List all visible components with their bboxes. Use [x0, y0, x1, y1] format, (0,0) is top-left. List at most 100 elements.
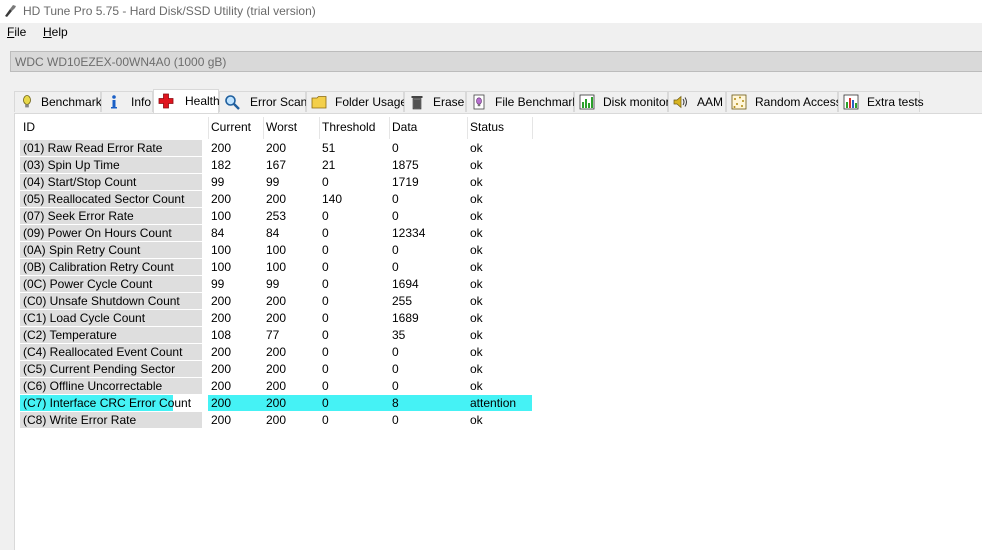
cell-current-text: 100 [211, 260, 232, 274]
table-row[interactable]: (09) Power On Hours Count 84 84 0 12334 ok [20, 225, 532, 242]
column-header-id-label: ID [23, 120, 35, 134]
menu-file[interactable]: File [6, 25, 27, 39]
cell-current-text: 100 [211, 209, 232, 223]
menu-help[interactable]: Help [42, 25, 69, 39]
cell-status-text: ok [470, 345, 483, 359]
cell-threshold-text: 0 [322, 311, 329, 325]
table-row[interactable]: (04) Start/Stop Count 99 99 0 1719 ok [20, 174, 532, 191]
cell-worst-text: 253 [266, 209, 287, 223]
cell-current-text: 99 [211, 277, 225, 291]
cell-status: ok [467, 174, 532, 190]
cell-current: 200 [208, 310, 263, 326]
cell-id: (04) Start/Stop Count [20, 174, 202, 190]
table-row[interactable]: (03) Spin Up Time 182 167 21 1875 ok [20, 157, 532, 174]
table-row[interactable]: (C8) Write Error Rate 200 200 0 0 ok [20, 412, 532, 429]
cell-status-text: attention [470, 396, 517, 410]
menu-help-rest: elp [51, 25, 68, 39]
tab-extra-tests[interactable]: Extra tests [838, 91, 924, 112]
menu-bar: File Help [0, 23, 982, 42]
cell-threshold: 140 [319, 191, 389, 207]
cell-threshold-text: 0 [322, 226, 329, 240]
table-row[interactable]: (C1) Load Cycle Count 200 200 0 1689 ok [20, 310, 532, 327]
cell-data-text: 0 [392, 345, 399, 359]
cell-current: 84 [208, 225, 263, 241]
cell-data: 8 [389, 395, 467, 411]
column-header-worst[interactable]: Worst [263, 117, 319, 139]
table-row[interactable]: (C2) Temperature 108 77 0 35 ok [20, 327, 532, 344]
drive-select[interactable]: WDC WD10EZEX-00WN4A0 (1000 gB) [10, 51, 982, 72]
cell-current: 100 [208, 259, 263, 275]
table-row[interactable]: (C6) Offline Uncorrectable 200 200 0 0 ok [20, 378, 532, 395]
table-row[interactable]: (0B) Calibration Retry Count 100 100 0 0 ok [20, 259, 532, 276]
info-icon [111, 95, 117, 109]
tab-health[interactable]: Health [153, 89, 220, 113]
tab-aam-label: AAM [697, 95, 724, 109]
cell-id: (C4) Reallocated Event Count [20, 344, 202, 360]
tab-erase[interactable]: Erase [404, 91, 466, 112]
cell-threshold-text: 0 [322, 260, 329, 274]
app-icon [5, 5, 16, 17]
cell-id: (C0) Unsafe Shutdown Count [20, 293, 202, 309]
cell-status: ok [467, 378, 532, 394]
column-header-data[interactable]: Data [389, 117, 467, 139]
cell-current: 200 [208, 344, 263, 360]
cell-data: 1875 [389, 157, 467, 173]
column-header-worst-label: Worst [266, 120, 298, 134]
cell-data: 1694 [389, 276, 467, 292]
tab-error-scan[interactable]: Error Scan [219, 91, 308, 112]
cell-data-text: 1875 [392, 158, 419, 172]
cell-id: (C7) Interface CRC Error Count [20, 395, 191, 411]
tab-benchmark[interactable]: Benchmark [14, 91, 102, 112]
cell-id: (09) Power On Hours Count [20, 225, 202, 241]
tab-aam[interactable]: AAM [668, 91, 726, 112]
column-header-status[interactable]: Status [467, 117, 532, 139]
cell-id-text: (09) Power On Hours Count [23, 226, 172, 240]
cell-id-text: (C5) Current Pending Sector [23, 362, 176, 376]
cell-threshold: 0 [319, 395, 389, 411]
table-row[interactable]: (C7) Interface CRC Error Count 200 200 0 8 at… [20, 395, 532, 412]
table-row[interactable]: (C4) Reallocated Event Count 200 200 0 0 ok [20, 344, 532, 361]
cell-status-text: ok [470, 158, 483, 172]
table-row[interactable]: (05) Reallocated Sector Count 200 200 140 0 o… [20, 191, 532, 208]
tab-file-benchmark[interactable]: File Benchmark [466, 91, 578, 112]
cell-worst: 200 [263, 395, 319, 411]
cell-current-text: 200 [211, 379, 232, 393]
table-row[interactable]: (C0) Unsafe Shutdown Count 200 200 0 255 ok [20, 293, 532, 310]
cell-id: (0C) Power Cycle Count [20, 276, 202, 292]
cell-status: ok [467, 412, 532, 428]
cell-threshold: 0 [319, 293, 389, 309]
column-header-threshold[interactable]: Threshold [319, 117, 389, 139]
cell-id-text: (C7) Interface CRC Error Count [23, 396, 192, 410]
column-header-id[interactable]: ID [20, 117, 208, 139]
cell-worst: 200 [263, 378, 319, 394]
cell-data: 0 [389, 259, 467, 275]
tab-strip: Benchmark Info Health Error Scan Folder … [14, 89, 982, 114]
cell-data: 255 [389, 293, 467, 309]
table-row[interactable]: (01) Raw Read Error Rate 200 200 51 0 ok [20, 140, 532, 157]
cell-threshold-text: 0 [322, 396, 329, 410]
cell-worst-text: 200 [266, 192, 287, 206]
main-window: WDC WD10EZEX-00WN4A0 (1000 gB) Benchmark… [0, 42, 982, 550]
tab-info[interactable]: Info [101, 91, 153, 112]
cell-status-text: ok [470, 277, 483, 291]
extra-tests-icon [843, 94, 859, 110]
tab-random-access[interactable]: Random Access [726, 91, 842, 112]
cell-threshold: 0 [319, 225, 389, 241]
tab-disk-monitor[interactable]: Disk monitor [574, 91, 670, 112]
cell-threshold-text: 0 [322, 345, 329, 359]
cell-id-text: (C8) Write Error Rate [23, 413, 137, 427]
cell-id: (01) Raw Read Error Rate [20, 140, 202, 156]
column-header-current[interactable]: Current [208, 117, 263, 139]
cell-threshold: 0 [319, 259, 389, 275]
table-row[interactable]: (07) Seek Error Rate 100 253 0 0 ok [20, 208, 532, 225]
table-row[interactable]: (0C) Power Cycle Count 99 99 0 1694 ok [20, 276, 532, 293]
table-row[interactable]: (C5) Current Pending Sector 200 200 0 0 ok [20, 361, 532, 378]
window-title: HD Tune Pro 5.75 - Hard Disk/SSD Utility… [23, 4, 316, 18]
tab-folder-usage[interactable]: Folder Usage [306, 91, 407, 112]
cell-status: ok [467, 276, 532, 292]
tab-error-scan-label: Error Scan [250, 95, 308, 109]
table-row[interactable]: (0A) Spin Retry Count 100 100 0 0 ok [20, 242, 532, 259]
cell-worst: 99 [263, 276, 319, 292]
title-bar: HD Tune Pro 5.75 - Hard Disk/SSD Utility… [0, 0, 982, 23]
cell-worst: 99 [263, 174, 319, 190]
